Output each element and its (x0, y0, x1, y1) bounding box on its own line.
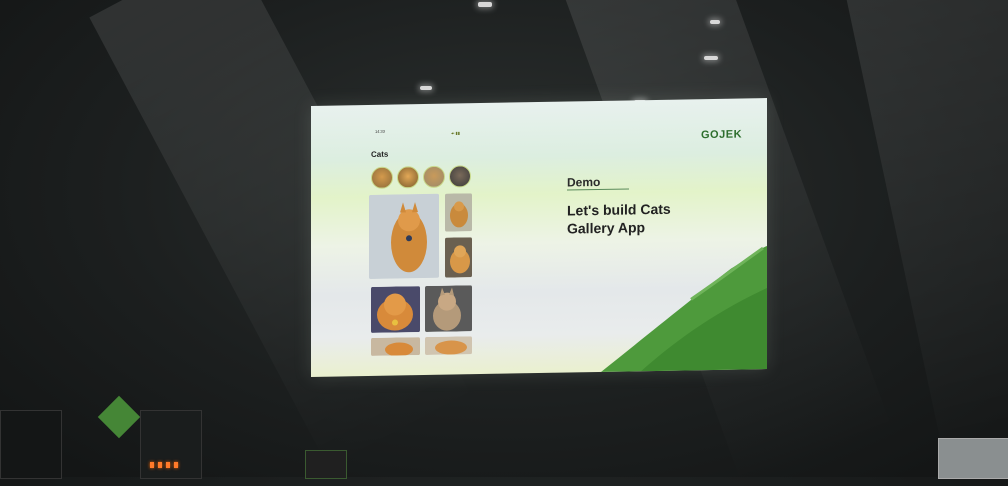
podium-laptop (305, 450, 347, 479)
led-indicator (158, 462, 162, 468)
cat-photo[interactable] (371, 337, 420, 356)
cat-photo[interactable] (371, 286, 420, 333)
cat-photo[interactable] (425, 336, 472, 356)
cat-photo[interactable] (369, 193, 439, 279)
phone-app-heading: Cats (371, 149, 389, 159)
speaker-box (0, 410, 62, 479)
gojek-logo: GOJEK (701, 128, 743, 142)
led-indicator (150, 462, 154, 468)
phone-status-icons: ◂▪ ▮▮ (451, 130, 460, 136)
equipment-rack (140, 410, 202, 479)
slide-title: Demo (567, 174, 601, 190)
ceiling-light (420, 86, 432, 90)
ceiling-light (704, 56, 718, 60)
led-indicator (166, 462, 170, 468)
projected-slide: GOJEK 14:33 ◂▪ ▮▮ Cats Demo Let's build … (311, 98, 767, 377)
ceiling-light (710, 20, 720, 24)
cat-photo[interactable] (445, 237, 472, 278)
slide-subtitle: Let's build Cats Gallery App (567, 200, 671, 237)
led-indicator (174, 462, 178, 468)
ceiling-light (478, 2, 492, 7)
cat-photo[interactable] (425, 285, 472, 333)
green-sign (97, 395, 141, 439)
cat-photo[interactable] (445, 193, 472, 232)
stage-equipment-right (938, 438, 1008, 479)
phone-status-time: 14:33 (375, 128, 386, 134)
